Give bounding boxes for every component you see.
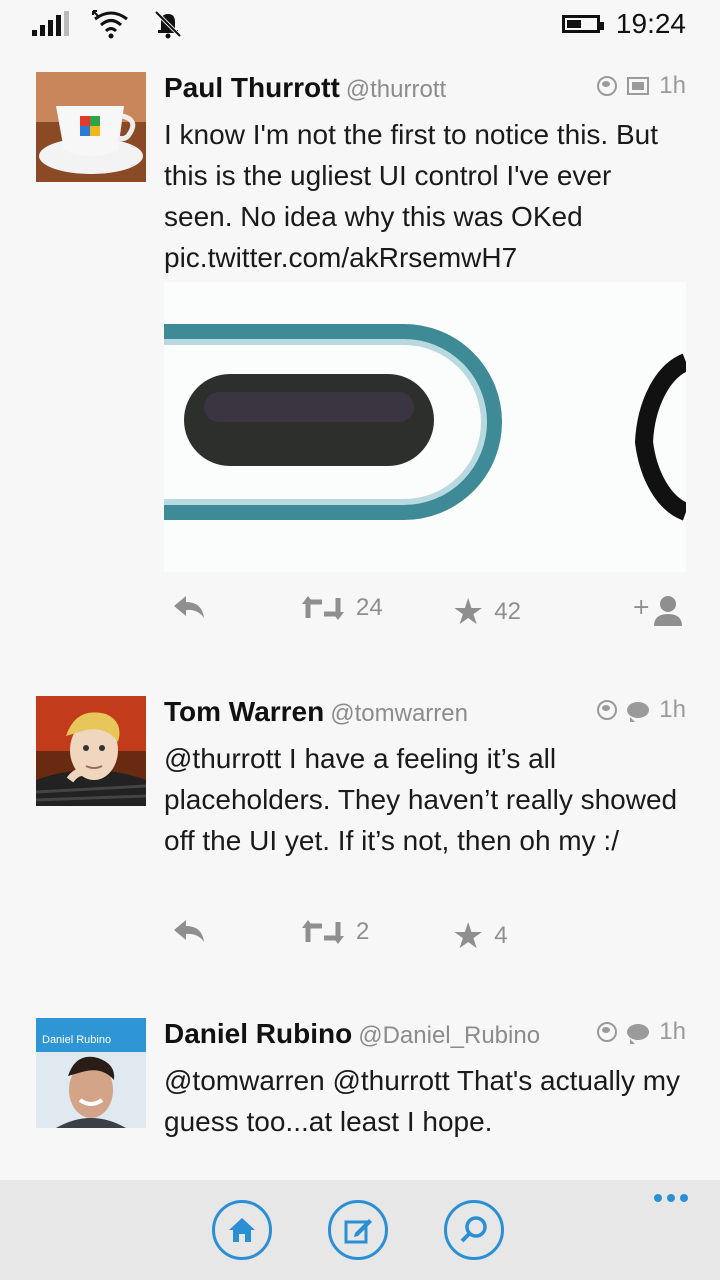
tweet[interactable]: Paul Thurrott @thurrott 1h I know I'm not… [0, 72, 720, 672]
tweet[interactable]: Daniel Rubino Daniel Rubino @Daniel_Rubin… [0, 1018, 720, 1178]
tweet-text: @tomwarren @thurrott That's actually my … [164, 1065, 681, 1137]
globe-icon [597, 700, 618, 720]
tweet-time: 1h [659, 696, 686, 723]
favorite-count: 4 [494, 922, 508, 949]
author-handle[interactable]: @Daniel_Rubino [358, 1022, 540, 1049]
search-icon [460, 1216, 487, 1243]
tweet-text: @thurrott I have a feeling it’s all plac… [164, 743, 678, 856]
battery-icon [561, 15, 604, 33]
search-button[interactable] [444, 1200, 504, 1260]
retweet-button[interactable]: 24 [300, 594, 383, 622]
quiet-hours-bell-icon [154, 10, 182, 39]
star-icon: ★ [452, 591, 485, 632]
tweet-text: I know I'm not the first to notice this.… [164, 119, 659, 273]
status-time: 19:24 [615, 8, 686, 39]
tweet-time: 1h [659, 1018, 686, 1045]
author-name[interactable]: Daniel Rubino [164, 1018, 352, 1049]
star-icon: ★ [452, 915, 485, 956]
avatar[interactable] [36, 696, 146, 806]
reply-button[interactable] [172, 918, 206, 944]
tweet[interactable]: Tom Warren @tomwarren 1h @thurrott I have… [0, 696, 720, 996]
retweet-count: 24 [356, 594, 383, 621]
reply-button[interactable] [172, 594, 206, 620]
wifi-icon [92, 10, 128, 39]
follow-button[interactable]: + [632, 594, 686, 628]
conversation-icon [627, 702, 650, 722]
globe-icon [597, 1022, 618, 1042]
author-handle[interactable]: @tomwarren [330, 700, 468, 727]
globe-icon [597, 76, 618, 96]
avatar[interactable]: Daniel Rubino [36, 1018, 146, 1128]
home-button[interactable] [212, 1200, 272, 1260]
favorite-count: 42 [494, 598, 521, 625]
app-bar [0, 1180, 720, 1280]
retweet-button[interactable]: 2 [300, 918, 369, 946]
conversation-icon [627, 1024, 650, 1044]
tweet-time: 1h [659, 72, 686, 99]
add-user-icon: + [632, 595, 682, 626]
signal-strength-icon [32, 11, 69, 36]
author-name[interactable]: Tom Warren [164, 696, 324, 727]
retweet-count: 2 [356, 918, 370, 945]
author-handle[interactable]: @thurrott [346, 76, 446, 103]
avatar[interactable] [36, 72, 146, 182]
timeline[interactable]: Paul Thurrott @thurrott 1h I know I'm not… [0, 48, 720, 1178]
more-dot [667, 1194, 675, 1202]
compose-button[interactable] [328, 1200, 388, 1260]
tweet-image[interactable] [164, 282, 686, 572]
more-options-button[interactable] [654, 1194, 688, 1202]
avatar-label: Daniel Rubino [42, 1034, 112, 1046]
favorite-button[interactable]: ★ 4 [452, 918, 508, 954]
author-name[interactable]: Paul Thurrott [164, 72, 340, 103]
reply-icon [174, 596, 204, 618]
more-dot [680, 1194, 688, 1202]
retweet-icon [302, 920, 344, 944]
svg-text:+: + [632, 595, 650, 620]
status-bar: 19:24 [0, 0, 720, 48]
more-dot [654, 1194, 662, 1202]
compose-icon [344, 1219, 372, 1244]
favorite-button[interactable]: ★ 42 [452, 594, 521, 630]
retweet-icon [302, 596, 344, 620]
image-attachment-icon [627, 77, 650, 95]
reply-icon [174, 920, 204, 942]
home-icon [229, 1218, 255, 1242]
